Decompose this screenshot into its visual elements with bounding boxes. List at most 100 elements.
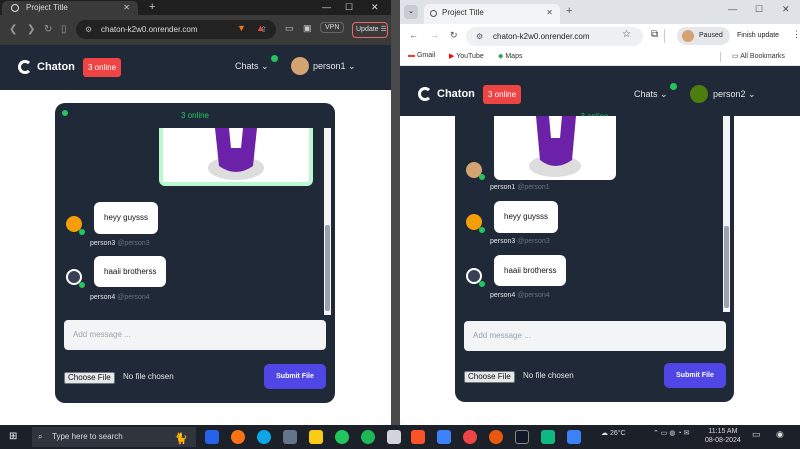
vpn-button[interactable]: VPN [320,22,345,33]
app-icon[interactable] [387,430,401,444]
left-browser-tab[interactable]: Project Title ✕ [2,1,138,15]
finish-update-button[interactable]: Finish update [737,32,779,39]
chats-dropdown[interactable]: Chats ⌄ [235,55,278,72]
user-menu[interactable]: person1 ⌄ [313,61,356,72]
scroll-thumb[interactable] [724,226,729,308]
message-bubble: heyy guysss [94,202,159,234]
message-meta: person3 @person3 [490,238,550,245]
vscode-icon[interactable] [437,430,451,444]
tab-search-icon[interactable]: ⌄ [404,5,418,19]
spotify-icon[interactable] [361,430,375,444]
all-bookmarks-button[interactable]: ▭ All Bookmarks [732,52,785,60]
weather-widget[interactable]: ☁ 26°C [601,429,626,437]
image-message[interactable] [494,116,616,180]
avatar[interactable] [291,57,309,75]
edge-icon[interactable] [257,430,271,444]
menu-icon[interactable]: ⋮ [792,29,800,40]
wallet-icon[interactable]: ▣ [303,23,312,34]
bookmark-maps[interactable]: ◆ Maps [498,52,522,60]
url-input[interactable]: ⚙ chaton-k2w0.onrender.com ⇪ [76,20,276,39]
close-window-icon[interactable]: ✕ [371,0,379,14]
chrome-canary-icon[interactable] [489,430,503,444]
chats-dropdown[interactable]: Chats ⌄ [634,83,677,100]
forward-icon[interactable]: ❯ [27,24,35,35]
taskbar-search[interactable]: ⌕ Type here to search 🐈 [32,427,196,447]
bookmark-star-icon[interactable]: ☆ [622,29,631,40]
bookmark-icon[interactable]: ▯ [61,24,67,35]
url-text: chaton-k2w0.onrender.com [101,25,198,34]
notepad-icon[interactable] [541,430,555,444]
reload-icon[interactable]: ↻ [450,30,458,41]
extensions-icon[interactable]: ⧉ [651,29,658,40]
brand-logo[interactable]: Chaton [418,85,475,103]
brave-shield-icon[interactable]: ▼ [237,23,246,33]
settings-app-icon[interactable] [567,430,581,444]
online-dot [79,282,85,288]
chrome-icon[interactable] [335,430,349,444]
store-icon[interactable] [283,430,297,444]
no-file-label: No file chosen [523,371,574,380]
all-bookmarks-label: All Bookmarks [740,53,785,60]
minimize-icon[interactable]: — [728,4,737,14]
notifications-icon[interactable]: ▭ [752,429,761,440]
reload-icon[interactable]: ↻ [44,24,52,35]
maximize-icon[interactable]: ☐ [345,0,353,14]
close-tab-icon[interactable]: ✕ [546,4,553,22]
forward-icon[interactable]: → [430,30,439,40]
choose-file-button[interactable]: Choose File [464,371,515,383]
choose-file-button[interactable]: Choose File [64,372,115,384]
submit-file-button[interactable]: Submit File [664,363,726,388]
avatar[interactable] [690,85,708,103]
left-browser-window: Project Title ✕ + — ☐ ✕ ❮ ❯ ↻ ▯ ⚙ chaton… [0,0,391,425]
clock[interactable]: 11:15 AM 08-08-2024 [705,427,741,445]
git-icon[interactable] [463,430,477,444]
message-input[interactable]: Add message ... [464,321,726,351]
tray-icons[interactable]: ⌃ ▭ ◍ ◔ ✉ [653,429,689,437]
message-bubble: heyy guysss [494,201,559,233]
message-input[interactable]: Add message ... [64,320,326,350]
windows-start-icon[interactable]: ⊞ [9,431,17,442]
user-menu[interactable]: person2 ⌄ [713,89,756,100]
close-window-icon[interactable]: ✕ [782,4,790,15]
update-button[interactable]: Update ☰ [352,22,388,38]
sidebar-icon[interactable]: ▭ [285,23,294,34]
notification-badge-icon[interactable]: ◉ [776,429,784,440]
iron-image-icon [208,128,264,180]
back-icon[interactable]: ❮ [9,24,17,35]
right-browser-tab[interactable]: Project Title ✕ [424,4,560,24]
file-explorer-icon[interactable] [309,430,323,444]
image-message[interactable] [159,128,313,186]
right-tab-strip: ⌄ Project Title ✕ + — ☐ ✕ [400,0,800,24]
maximize-icon[interactable]: ☐ [755,4,763,15]
bookmark-gmail[interactable]: ▬ Gmail [408,52,435,59]
site-info-icon[interactable]: ⚙ [476,27,483,46]
messages-scrollbar[interactable] [723,116,730,312]
brand-logo[interactable]: Chaton [18,58,75,76]
firefox-icon[interactable] [231,430,245,444]
online-dot [669,83,677,90]
close-tab-icon[interactable]: ✕ [123,1,130,15]
search-placeholder: Type here to search [52,432,123,441]
new-tab-icon[interactable]: + [149,0,155,14]
mail-icon[interactable] [205,430,219,444]
right-address-bar: ← → ↻ ⚙ chaton-k2w0.onrender.com ☆ ⧉ Pau… [400,24,800,48]
profile-paused-button[interactable]: Paused [677,27,730,45]
message-bubble: haaii brotherss [94,256,167,287]
new-tab-icon[interactable]: + [566,5,572,17]
messages-scrollbar[interactable] [324,128,331,315]
chat-panel: 3 online person1 @person1 heyy guysss pe… [455,112,734,402]
submit-file-button[interactable]: Submit File [264,364,326,389]
minimize-icon[interactable]: — [322,0,331,14]
back-icon[interactable]: ← [409,30,418,40]
sender-handle: @person3 [517,238,550,245]
terminal-icon[interactable] [515,430,529,444]
site-info-icon[interactable]: ⚙ [85,20,92,39]
bookmark-youtube[interactable]: ▶ YouTube [449,52,484,60]
brave-icon[interactable] [411,430,425,444]
sender-handle: @person4 [517,292,550,299]
search-icon: ⌕ [38,432,43,441]
brave-rewards-icon[interactable]: ▲ [256,23,265,33]
scroll-thumb[interactable] [325,225,330,311]
url-input[interactable]: ⚙ chaton-k2w0.onrender.com [466,27,643,46]
panel-online-count: 3 online [180,111,210,120]
